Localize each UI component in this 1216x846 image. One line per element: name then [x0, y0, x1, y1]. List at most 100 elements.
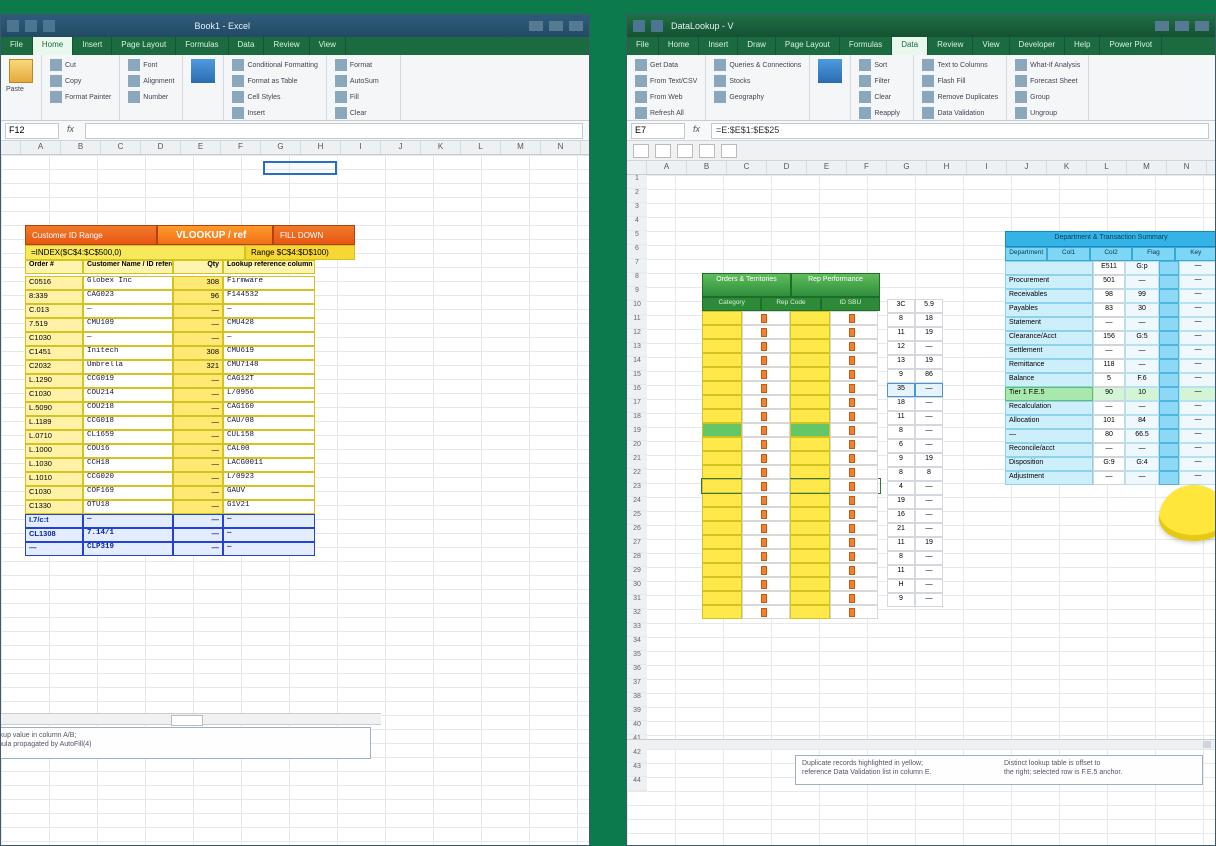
table-row[interactable]: C1330OTU18—G1V21 [25, 500, 355, 514]
orders-row[interactable] [702, 507, 880, 521]
ribbon-text-to-columns[interactable]: Text to Columns [919, 58, 1001, 72]
row-39[interactable]: 39 [627, 707, 647, 721]
value-row[interactable]: 8— [887, 425, 943, 439]
ribbon-number[interactable]: Number [125, 90, 177, 104]
value-row[interactable]: 16— [887, 509, 943, 523]
ribbon-clear[interactable]: Clear [856, 90, 908, 104]
summary-row[interactable]: Adjustment——— [1005, 471, 1215, 485]
row-6[interactable]: 6 [627, 245, 647, 259]
ribbon-remove-duplicates[interactable]: Remove Duplicates [919, 90, 1001, 104]
ribbon-clear[interactable]: Clear [332, 106, 395, 120]
column-headers-right[interactable]: ABCDEFGHIJKLMN [627, 161, 1215, 175]
row-15[interactable]: 15 [627, 371, 647, 385]
maximize-button[interactable] [549, 21, 563, 31]
col-F[interactable]: F [847, 161, 887, 174]
row-18[interactable]: 18 [627, 413, 647, 427]
col-H[interactable]: H [301, 141, 341, 154]
worksheet-grid-right[interactable]: 1234567891011121314151617181920212223242… [627, 175, 1215, 845]
orders-row[interactable] [702, 563, 880, 577]
row-32[interactable]: 32 [627, 609, 647, 623]
value-row[interactable]: 21— [887, 523, 943, 537]
value-row[interactable]: H— [887, 579, 943, 593]
orders-row[interactable] [702, 437, 880, 451]
row-30[interactable]: 30 [627, 581, 647, 595]
col-K[interactable]: K [421, 141, 461, 154]
table-row[interactable]: C1030COU214—L/0956 [25, 388, 355, 402]
orders-row[interactable] [702, 409, 880, 423]
row-33[interactable]: 33 [627, 623, 647, 637]
table-row[interactable]: C1451Initech308CMU619 [25, 346, 355, 360]
fx-icon[interactable]: fx [693, 124, 707, 138]
tab-insert[interactable]: Insert [73, 37, 112, 55]
summary-row[interactable]: —8066.5— [1005, 429, 1215, 443]
orders-row[interactable] [702, 591, 880, 605]
ribbon-filter[interactable]: Filter [856, 74, 908, 88]
col-G[interactable]: G [887, 161, 927, 174]
row-37[interactable]: 37 [627, 679, 647, 693]
summary-row[interactable]: Recalculation——— [1005, 401, 1215, 415]
table-row[interactable]: C.013——— [25, 304, 355, 318]
ribbon-from-text-csv[interactable]: From Text/CSV [632, 74, 700, 88]
row-38[interactable]: 38 [627, 693, 647, 707]
col-B[interactable]: B [61, 141, 101, 154]
row-4[interactable]: 4 [627, 217, 647, 231]
table-row[interactable]: C1030COF169—GAUV [25, 486, 355, 500]
horizontal-scrollbar[interactable] [627, 739, 1215, 749]
tab-review[interactable]: Review [264, 37, 309, 55]
row-3[interactable]: 3 [627, 203, 647, 217]
table-row[interactable]: L.0710CL1659—CUL158 [25, 430, 355, 444]
col-H[interactable]: H [927, 161, 967, 174]
col-A[interactable]: A [21, 141, 61, 154]
col-J[interactable]: J [381, 141, 421, 154]
refresh-all-button[interactable] [815, 58, 845, 84]
orders-row[interactable] [702, 521, 880, 535]
styles-button[interactable] [188, 58, 218, 84]
tab-review[interactable]: Review [928, 37, 973, 55]
ribbon-reapply[interactable]: Reapply [856, 106, 908, 120]
orders-table[interactable]: Orders & Territories Rep Performance Cat… [702, 273, 880, 619]
summary-row[interactable]: Procurement501—— [1005, 275, 1215, 289]
row-11[interactable]: 11 [627, 315, 647, 329]
summary-row[interactable]: DispositionG:9G:4— [1005, 457, 1215, 471]
tab-file[interactable]: File [1, 37, 33, 55]
table-row[interactable]: —CLP319—— [25, 542, 355, 556]
view-button-4[interactable] [721, 144, 737, 158]
summary-row[interactable]: Reconcile/acct——— [1005, 443, 1215, 457]
value-row[interactable]: 986 [887, 369, 943, 383]
ribbon-conditional-formatting[interactable]: Conditional Formatting [229, 58, 320, 72]
col-corner[interactable] [627, 161, 647, 174]
table-row[interactable]: L.1010CCG020—L/0923 [25, 472, 355, 486]
tab-developer[interactable]: Developer [1010, 37, 1065, 55]
row-17[interactable]: 17 [627, 399, 647, 413]
ribbon-sort[interactable]: Sort [856, 58, 908, 72]
value-row[interactable]: 919 [887, 453, 943, 467]
close-button[interactable] [569, 21, 583, 31]
row-24[interactable]: 24 [627, 497, 647, 511]
orders-row[interactable] [702, 325, 880, 339]
summary-row[interactable]: Clearance/Acct156G:5— [1005, 331, 1215, 345]
col-I[interactable]: I [341, 141, 381, 154]
view-button-1[interactable] [655, 144, 671, 158]
row-40[interactable]: 40 [627, 721, 647, 735]
row-8[interactable]: 8 [627, 273, 647, 287]
summary-row[interactable]: Payables8330— [1005, 303, 1215, 317]
table-row[interactable]: L.5090COU218—CAG160 [25, 402, 355, 416]
col-N[interactable]: N [1167, 161, 1207, 174]
table-row[interactable]: C2032Umbrella321CMU7148 [25, 360, 355, 374]
col-M[interactable]: M [1127, 161, 1167, 174]
view-toolbar[interactable] [627, 141, 1215, 161]
row-31[interactable]: 31 [627, 595, 647, 609]
orders-row[interactable] [702, 577, 880, 591]
col-D[interactable]: D [141, 141, 181, 154]
row-19[interactable]: 19 [627, 427, 647, 441]
value-row[interactable]: 8— [887, 551, 943, 565]
row-2[interactable]: 2 [627, 189, 647, 203]
row-44[interactable]: 44 [627, 777, 647, 791]
orders-row[interactable] [702, 493, 880, 507]
minimize-button[interactable] [529, 21, 543, 31]
ribbon-from-web[interactable]: From Web [632, 90, 700, 104]
ribbon-format-painter[interactable]: Format Painter [47, 90, 114, 104]
quick-access-toolbar[interactable] [633, 20, 663, 32]
value-row[interactable]: 9— [887, 593, 943, 607]
value-row[interactable]: 1319 [887, 355, 943, 369]
